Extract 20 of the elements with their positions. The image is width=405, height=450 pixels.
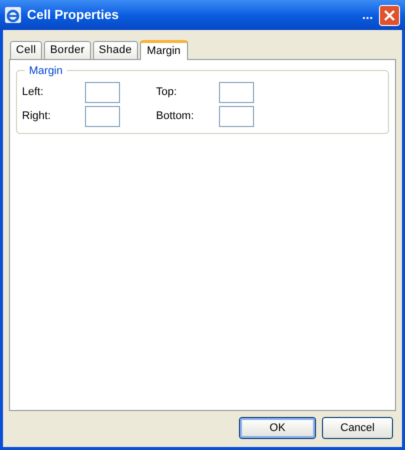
close-button[interactable] [379, 4, 400, 26]
tab[interactable]: Margin [140, 40, 188, 60]
group-title: Margin [25, 63, 67, 80]
field-label: Bottom: [156, 109, 195, 124]
tab[interactable]: Shade [92, 41, 138, 59]
app-icon [5, 7, 21, 23]
ok-button[interactable]: OK [239, 417, 316, 439]
input-field[interactable] [85, 82, 120, 103]
title-extra: ... [362, 6, 373, 24]
tab[interactable]: Border [44, 41, 91, 59]
cancel-button[interactable]: Cancel [322, 417, 393, 439]
close-icon [384, 10, 395, 20]
field-label: Right: [22, 109, 52, 124]
field-label: Left: [22, 85, 44, 100]
tab[interactable]: Cell [10, 41, 42, 59]
input-field[interactable] [219, 82, 254, 103]
input-field[interactable] [219, 106, 254, 127]
input-field[interactable] [85, 106, 120, 127]
field-label: Top: [156, 85, 178, 100]
window-title: Cell Properties [27, 6, 120, 24]
